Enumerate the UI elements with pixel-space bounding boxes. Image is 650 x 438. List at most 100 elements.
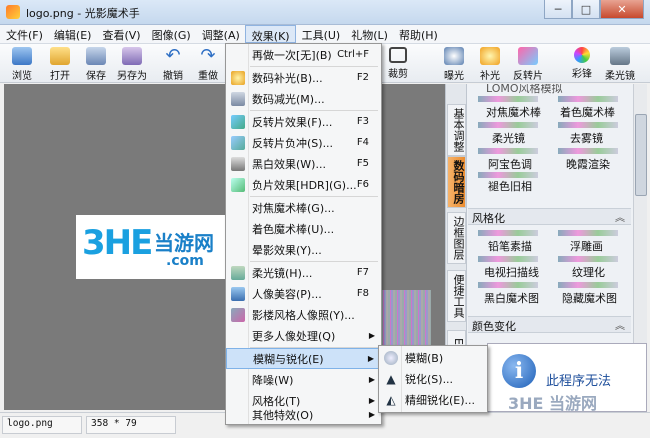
menu-help[interactable]: 帮助(H) [393, 25, 443, 43]
menu-item-sharpen[interactable]: ▲ 锐化(S)... [379, 368, 487, 389]
folder-icon [50, 47, 70, 65]
effect-item[interactable]: 晚霞渲染 [566, 156, 610, 172]
image-preview: 3HE 当游网 .com [76, 215, 226, 279]
sharpen-icon: ▲ [386, 371, 396, 386]
logo-chinese: 当游网 [154, 231, 214, 255]
tab-basic-adjust[interactable]: 基本调整 [447, 104, 466, 156]
effect-item[interactable]: 对焦魔术棒 [486, 104, 541, 120]
dialog-message: 此程序无法 [546, 374, 612, 389]
undo-button[interactable]: ↶ 撤销 [153, 44, 193, 83]
effect-thumbnail [558, 282, 618, 288]
section-stylize[interactable]: 风格化 ︽ [468, 208, 631, 225]
menu-item-studio[interactable]: 影楼风格人像照(Y)... [226, 304, 381, 325]
menu-gifts[interactable]: 礼物(L) [345, 25, 393, 43]
menu-item-shortcut: F7 [356, 267, 369, 278]
eye-icon [12, 47, 32, 65]
menu-item-reversal-neg[interactable]: 反转片负冲(S)... F4 [226, 132, 381, 153]
menu-item-soft-light[interactable]: 柔光镜(H)... F7 [226, 262, 381, 283]
bulb-icon [231, 70, 245, 85]
menu-file[interactable]: 文件(F) [0, 25, 48, 43]
collapse-icon[interactable]: ︽ [615, 317, 625, 332]
blur-icon [384, 350, 398, 365]
menu-item-label: 精细锐化(E)... [405, 393, 476, 407]
submenu-arrow-icon: ▶ [368, 331, 375, 340]
menu-item-reduce-light[interactable]: 数码减光(M)... [226, 88, 381, 109]
menu-item-shortcut: F5 [356, 158, 369, 169]
menu-item-label: 反转片负冲(S)... [252, 136, 334, 150]
menu-item-hdr[interactable]: 负片效果[HDR](G)... F6 [226, 174, 381, 195]
effect-item[interactable]: 铅笔素描 [488, 238, 532, 254]
menu-item-shortcut: F4 [356, 137, 369, 148]
menu-item-label: 对焦魔术棒(G)... [252, 201, 335, 215]
effect-item[interactable]: 褪色旧相 [488, 178, 532, 194]
menu-item-shortcut: F2 [356, 72, 369, 83]
status-image-size: 358 * 79 [86, 416, 176, 434]
menu-item-vignette[interactable]: 晕影效果(Y)... [226, 239, 381, 260]
menu-item-fine-sharpen[interactable]: ◭ 精细锐化(E)... [379, 389, 487, 410]
menu-item-blur-sharpen[interactable]: 模糊与锐化(E) ▶ [226, 348, 381, 369]
menu-item-color-wand[interactable]: 着色魔术棒(U)... [226, 218, 381, 239]
menu-item-portrait[interactable]: 人像美容(P)... F8 [226, 283, 381, 304]
minimize-button[interactable]: ─ [544, 0, 572, 19]
window-title: logo.png - 光影魔术手 [26, 7, 140, 20]
menu-item-other[interactable]: 其他特效(O) ▶ [226, 404, 381, 425]
undo-label: 撤销 [163, 71, 183, 82]
menu-item-focus-wand[interactable]: 对焦魔术棒(G)... [226, 197, 381, 218]
effect-thumbnail [478, 122, 538, 128]
menu-adjust[interactable]: 调整(A) [196, 25, 245, 43]
redo-button[interactable]: ↷ 重做 [188, 44, 228, 83]
effect-item[interactable]: 着色魔术棒 [560, 104, 615, 120]
soft-light-button[interactable]: 柔光镜 [598, 44, 642, 82]
menu-item-more-portrait[interactable]: 更多人像处理(Q) ▶ [226, 325, 381, 346]
open-button[interactable]: 打开 [40, 44, 80, 82]
effect-item[interactable]: 隐藏魔术图 [562, 290, 617, 306]
effect-item[interactable]: 阿宝色调 [488, 156, 532, 172]
fill-light-button[interactable]: 补光 [470, 44, 510, 82]
effect-item[interactable]: 去雾镜 [570, 130, 603, 146]
menu-tools[interactable]: 工具(U) [296, 25, 346, 43]
menu-edit[interactable]: 编辑(E) [48, 25, 97, 43]
effect-item[interactable]: 柔光镜 [492, 130, 525, 146]
studio-icon [231, 307, 245, 322]
effects-menu: 再做一次[无](B) Ctrl+F 数码补光(B)... F2 数码减光(M).… [225, 43, 382, 425]
effect-item[interactable]: 电视扫描线 [484, 264, 539, 280]
maximize-button[interactable]: □ [572, 0, 600, 19]
menu-item-fill-light[interactable]: 数码补光(B)... F2 [226, 67, 381, 88]
section-color-change[interactable]: 颜色变化 ︽ [468, 316, 631, 333]
close-button[interactable]: ✕ [600, 0, 644, 19]
reversal-film-button[interactable]: 反转片 [506, 44, 550, 82]
effect-item[interactable]: LOMO风格模拟 [486, 84, 563, 96]
save-label: 保存 [86, 71, 106, 82]
soft-light-label: 柔光镜 [605, 71, 635, 82]
effect-item[interactable]: 浮雕画 [570, 238, 603, 254]
tab-border-layer[interactable]: 边框图层 [447, 212, 466, 264]
menu-image[interactable]: 图像(G) [146, 25, 196, 43]
logo-domain: .com [166, 253, 204, 269]
color-pen-label: 彩锋 [572, 69, 592, 80]
menu-item-repeat[interactable]: 再做一次[无](B) Ctrl+F [226, 44, 381, 65]
submenu-arrow-icon: ▶ [368, 375, 375, 384]
tab-quick-tools[interactable]: 便捷工具 [447, 270, 466, 322]
effect-item[interactable]: 黑白魔术图 [484, 290, 539, 306]
menu-view[interactable]: 查看(V) [96, 25, 145, 43]
menu-item-bw[interactable]: 黑白效果(W)... F5 [226, 153, 381, 174]
scroll-thumb[interactable] [635, 114, 647, 196]
menu-effects[interactable]: 效果(K) [244, 25, 296, 43]
menu-item-blur[interactable]: 模糊(B) [379, 347, 487, 368]
tab-digital-darkroom[interactable]: 数码暗房 [447, 156, 466, 208]
save-as-button[interactable]: 另存为 [110, 44, 154, 82]
browse-button[interactable]: 浏览 [2, 44, 42, 82]
exposure-button[interactable]: 曝光 [434, 44, 474, 82]
menu-item-denoise[interactable]: 降噪(W) ▶ [226, 369, 381, 390]
menu-item-shortcut: Ctrl+F [337, 49, 369, 60]
soft-light-icon [610, 47, 630, 65]
menu-item-label: 数码减光(M)... [252, 92, 325, 106]
effect-item[interactable]: 纹理化 [572, 264, 605, 280]
crop-button[interactable]: 裁剪 [378, 44, 418, 82]
color-pen-button[interactable]: 彩锋 [562, 44, 602, 82]
portrait-icon [231, 286, 245, 301]
bw-icon [231, 156, 245, 171]
menu-item-reversal[interactable]: 反转片效果(F)... F3 [226, 111, 381, 132]
browse-label: 浏览 [12, 71, 32, 82]
collapse-icon[interactable]: ︽ [615, 209, 625, 224]
